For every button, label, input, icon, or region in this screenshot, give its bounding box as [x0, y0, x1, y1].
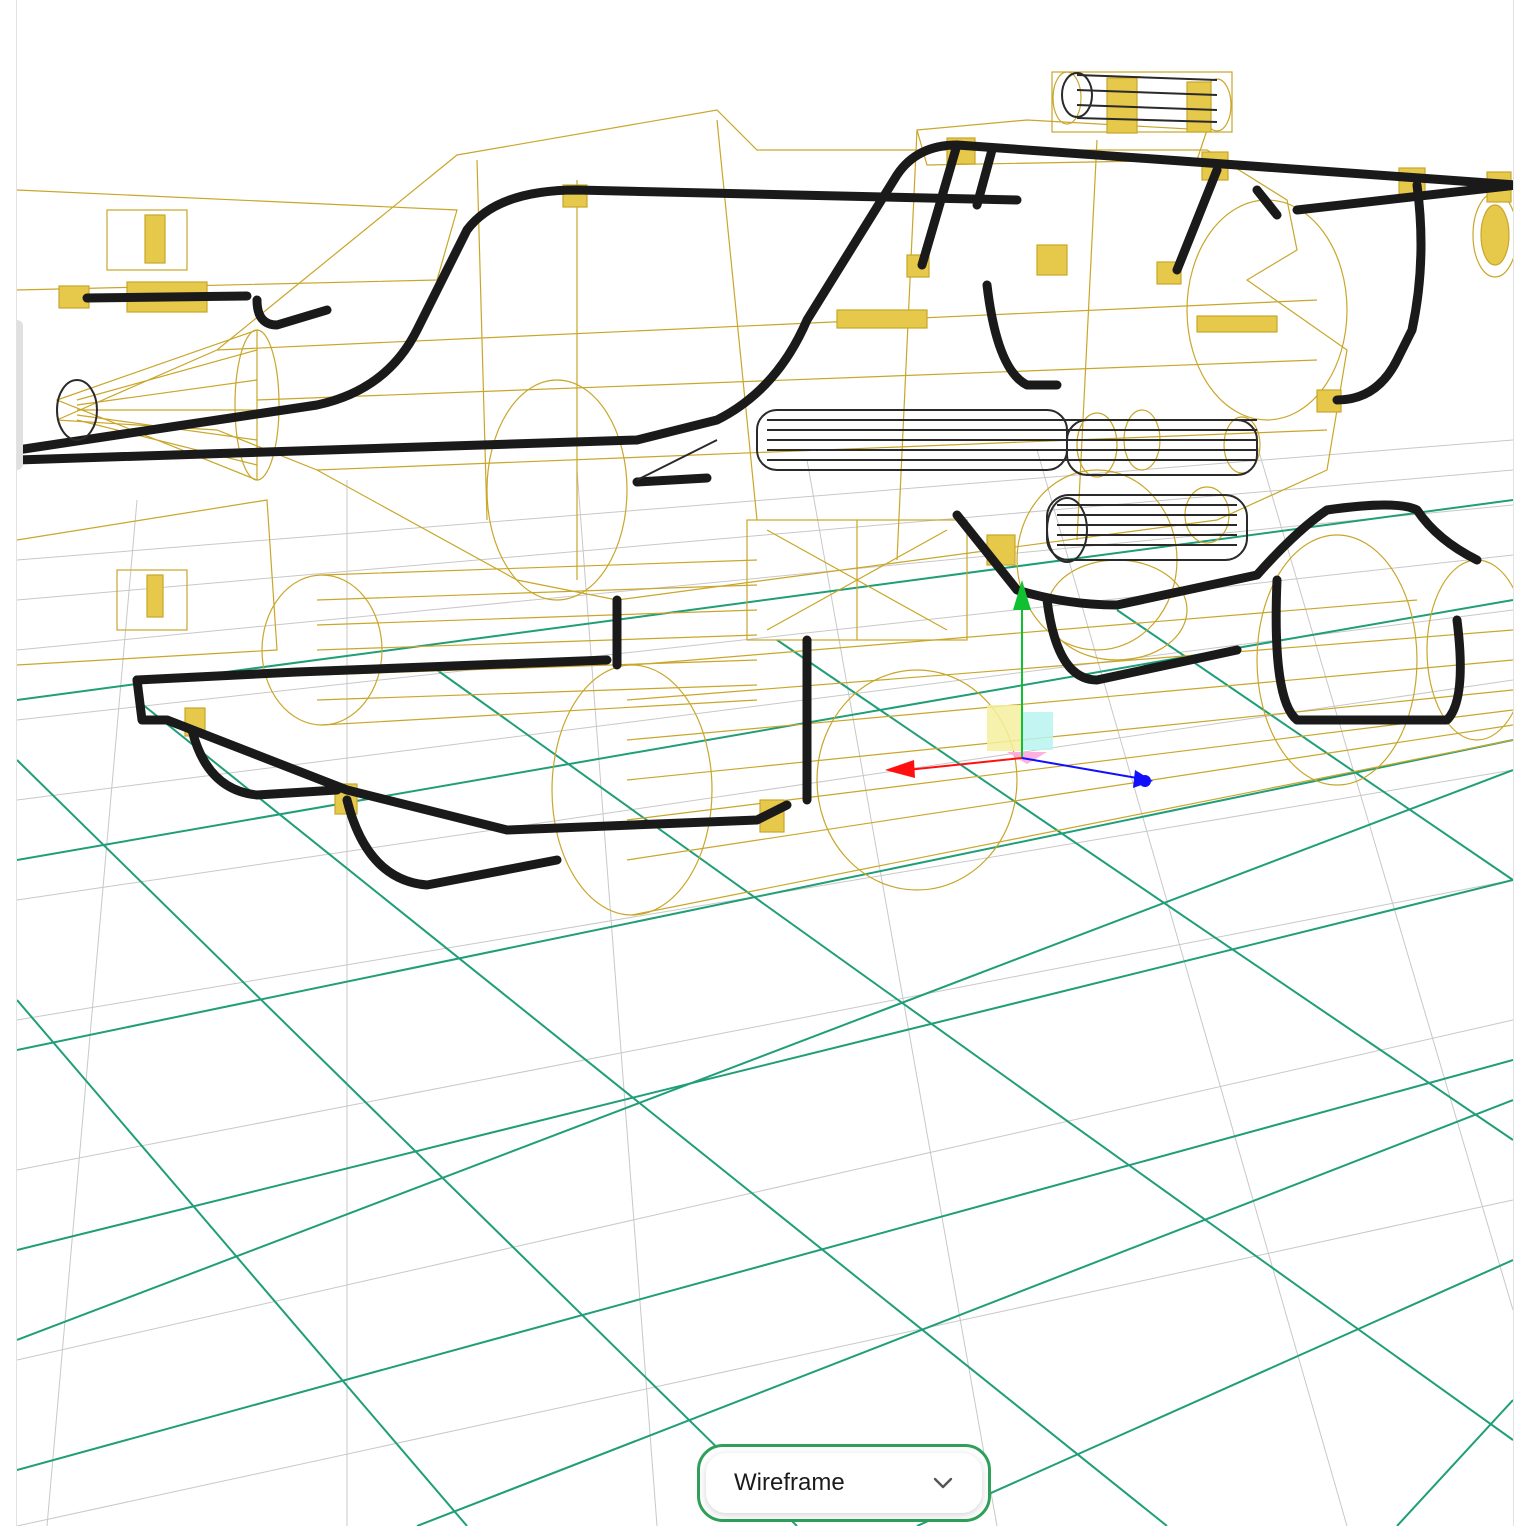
frame-tubes	[17, 140, 1513, 890]
left-edge-object	[17, 320, 23, 470]
exhaust-pipes	[56, 72, 1258, 563]
render-mode-select[interactable]: Wireframe	[706, 1453, 982, 1513]
gizmo-handle-z[interactable]	[1139, 775, 1151, 787]
scene-canvas[interactable]	[17, 0, 1513, 1526]
3d-viewport[interactable]	[16, 0, 1514, 1526]
gizmo-axis-z[interactable]	[1021, 757, 1138, 779]
gizmo-plane-yz[interactable]	[987, 705, 1023, 751]
viewer-frame: Wireframe	[0, 0, 1514, 1526]
ground-grid	[17, 439, 1513, 1526]
render-mode-label: Wireframe	[734, 1469, 845, 1496]
gizmo-arrow-x[interactable]	[885, 760, 915, 778]
gizmo-plane-xy[interactable]	[1023, 712, 1053, 750]
transform-gizmo[interactable]	[885, 580, 1153, 788]
chevron-down-icon	[933, 1477, 953, 1489]
render-mode-focus-ring: Wireframe	[697, 1444, 991, 1522]
